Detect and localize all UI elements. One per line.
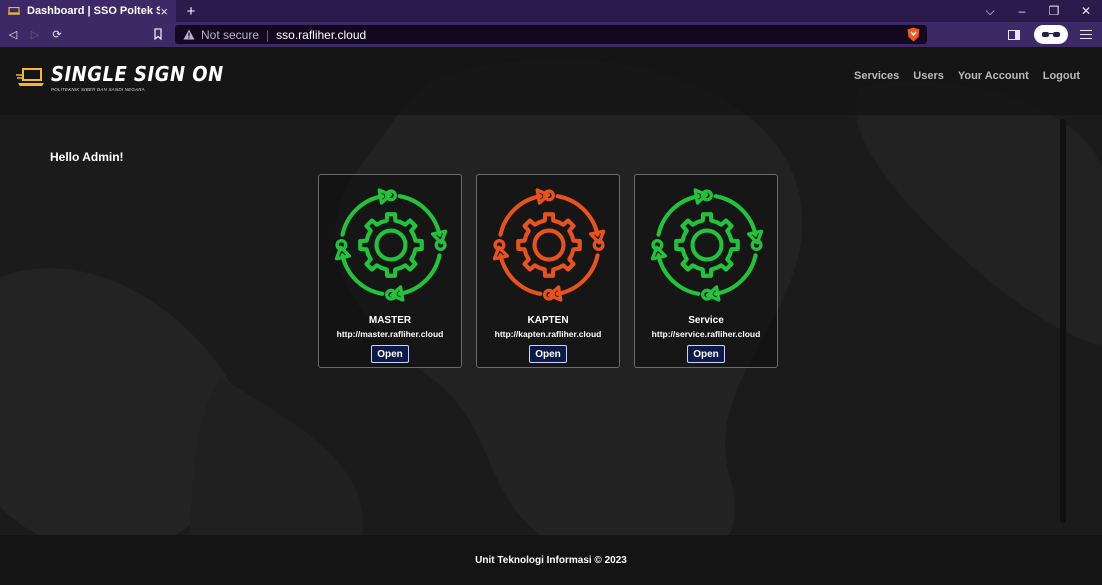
tab-close-icon[interactable]: ×	[160, 4, 168, 19]
url-text[interactable]: sso.rafliher.cloud	[276, 28, 366, 42]
footer-text: Unit Teknologi Informasi © 2023	[475, 554, 627, 566]
glasses-icon	[1042, 31, 1060, 37]
web-page: SINGLE SIGN ON POLITEKNIK SIBER DAN SAND…	[0, 47, 1102, 585]
new-tab-button[interactable]: +	[180, 0, 202, 22]
service-card-service: Service http://service.rafliher.cloud Op…	[634, 174, 778, 368]
gear-cycle-icon	[650, 188, 764, 302]
card-url: http://kapten.rafliher.cloud	[494, 329, 602, 339]
tab-search-icon[interactable]: ⌵	[974, 4, 1006, 19]
back-button[interactable]: ◁	[2, 22, 24, 47]
url-separator: |	[266, 27, 270, 42]
address-bar[interactable]: Not secure | sso.rafliher.cloud	[175, 25, 927, 44]
card-title: KAPTEN	[527, 315, 569, 326]
monitor-icon	[8, 7, 20, 15]
site-footer: Unit Teknologi Informasi © 2023	[0, 535, 1102, 585]
brave-shield-icon[interactable]	[906, 27, 921, 42]
logo-subtitle: POLITEKNIK SIBER DAN SANDI NEGARA	[51, 87, 145, 92]
sidebar-toggle-icon[interactable]	[1008, 29, 1020, 40]
minimize-button[interactable]: –	[1006, 4, 1038, 18]
gear-cycle-icon	[492, 188, 606, 302]
nav-users-link[interactable]: Users	[913, 70, 944, 82]
nav-logout-link[interactable]: Logout	[1043, 70, 1080, 82]
page-scrollbar[interactable]	[1060, 119, 1066, 523]
nav-account-link[interactable]: Your Account	[958, 70, 1029, 82]
private-profile-icon[interactable]	[1034, 25, 1068, 44]
warning-icon	[183, 29, 195, 40]
restore-button[interactable]: ❐	[1038, 4, 1070, 18]
service-card-master: MASTER http://master.rafliher.cloud Open	[318, 174, 462, 368]
reload-button[interactable]: ⟳	[46, 22, 68, 47]
window-controls: ⌵ – ❐ ✕	[974, 0, 1102, 22]
card-title: Service	[688, 315, 724, 326]
open-master-button[interactable]: Open	[371, 345, 409, 363]
monitor-logo-icon	[16, 68, 44, 86]
browser-toolbar: ◁ ▷ ⟳ Not secure | sso.rafliher.cloud	[0, 22, 1102, 47]
greeting-text: Hello Admin!	[50, 150, 124, 164]
open-service-button[interactable]: Open	[687, 345, 725, 363]
card-url: http://master.rafliher.cloud	[336, 329, 444, 339]
browser-tab-bar: Dashboard | SSO Poltek SSN × + ⌵ – ❐ ✕	[0, 0, 1102, 22]
site-logo[interactable]: SINGLE SIGN ON POLITEKNIK SIBER DAN SAND…	[16, 62, 224, 92]
open-kapten-button[interactable]: Open	[529, 345, 567, 363]
site-navbar: SINGLE SIGN ON POLITEKNIK SIBER DAN SAND…	[0, 47, 1102, 115]
bookmark-icon[interactable]	[150, 26, 166, 42]
logo-title: SINGLE SIGN ON	[51, 62, 224, 87]
tab-title: Dashboard | SSO Poltek SSN	[27, 5, 161, 17]
browser-tab-active[interactable]: Dashboard | SSO Poltek SSN ×	[0, 0, 176, 22]
card-title: MASTER	[368, 315, 412, 326]
service-card-kapten: KAPTEN http://kapten.rafliher.cloud Open	[476, 174, 620, 368]
nav-services-link[interactable]: Services	[854, 70, 899, 82]
menu-icon[interactable]	[1080, 27, 1092, 42]
forward-button[interactable]: ▷	[24, 22, 46, 47]
nav-links: Services Users Your Account Logout	[854, 70, 1080, 82]
card-url: http://service.rafliher.cloud	[651, 329, 761, 339]
security-status[interactable]: Not secure	[201, 28, 259, 42]
gear-cycle-icon	[334, 188, 448, 302]
toolbar-right	[1008, 22, 1102, 47]
close-window-button[interactable]: ✕	[1070, 4, 1102, 18]
